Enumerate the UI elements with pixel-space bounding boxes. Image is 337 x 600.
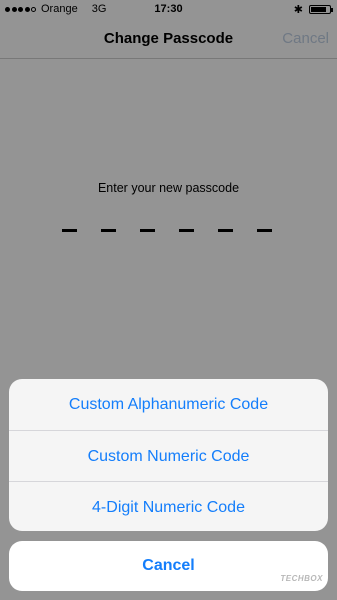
screen: Orange 3G 17:30 ✱ Change Passcode Cancel… <box>0 0 337 600</box>
option-custom-numeric-code[interactable]: Custom Numeric Code <box>9 430 328 482</box>
option-custom-alphanumeric-code[interactable]: Custom Alphanumeric Code <box>9 379 328 430</box>
watermark-logo: TECHBOX <box>280 574 323 583</box>
action-sheet-cancel-button[interactable]: Cancel <box>9 541 328 591</box>
passcode-options-sheet: Custom Alphanumeric Code Custom Numeric … <box>9 379 328 531</box>
option-4-digit-numeric-code[interactable]: 4-Digit Numeric Code <box>9 481 328 531</box>
